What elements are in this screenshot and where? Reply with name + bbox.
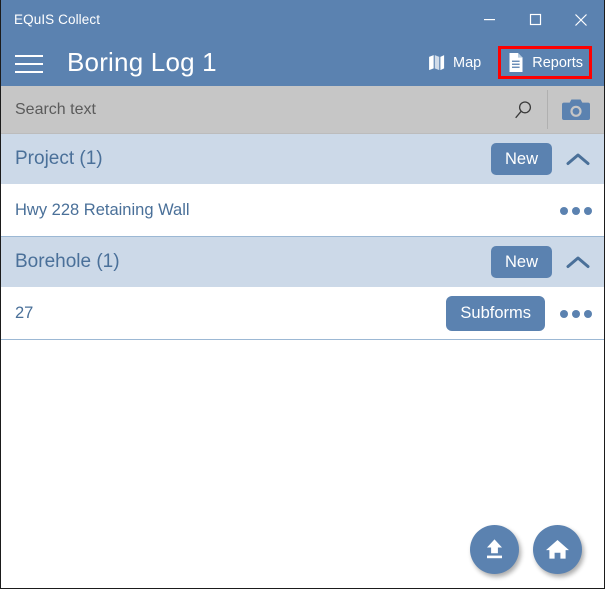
- minimize-button[interactable]: [466, 0, 512, 39]
- dot: [584, 206, 592, 215]
- search-bar: Search text: [1, 86, 604, 134]
- section-title-borehole: Borehole (1): [15, 251, 120, 272]
- dot: [584, 309, 592, 318]
- floating-action-buttons: [470, 525, 582, 574]
- section-title-project: Project (1): [15, 148, 103, 169]
- window-titlebar: EQuIS Collect: [1, 0, 604, 39]
- hamburger-line: [15, 54, 43, 57]
- new-borehole-button[interactable]: New: [490, 245, 552, 279]
- close-button[interactable]: [558, 0, 604, 39]
- section-actions-project: New: [490, 142, 604, 176]
- page-title: Boring Log 1: [67, 47, 217, 77]
- dot: [560, 206, 568, 215]
- upload-icon: [487, 539, 502, 559]
- window-controls: [466, 0, 604, 39]
- more-options-icon[interactable]: [557, 302, 595, 326]
- list-item-actions: [557, 199, 604, 223]
- minimize-icon: [483, 19, 495, 21]
- hamburger-line: [15, 70, 43, 73]
- content-area: [1, 340, 604, 588]
- magnifier-glyph: [515, 100, 532, 118]
- app-toolbar: Boring Log 1 Map Reports: [1, 39, 604, 86]
- toolbar-actions: Map Reports: [418, 46, 592, 79]
- subforms-button[interactable]: Subforms: [446, 296, 545, 331]
- list-item-label: 27: [15, 304, 34, 322]
- map-button-label: Map: [453, 54, 482, 71]
- chevron-up-icon: [566, 153, 590, 165]
- camera-button[interactable]: [548, 86, 604, 133]
- home-icon: [546, 540, 569, 559]
- dot: [560, 309, 568, 318]
- maximize-icon: [529, 13, 541, 26]
- chevron-up-icon: [566, 256, 590, 268]
- dot: [572, 206, 580, 215]
- reports-button[interactable]: Reports: [498, 46, 592, 79]
- map-button[interactable]: Map: [418, 47, 490, 78]
- dot: [572, 309, 580, 318]
- reports-button-label: Reports: [532, 54, 583, 71]
- search-icon[interactable]: [510, 99, 536, 121]
- main-content: Search text Project (1) New Hwy 228 Reta…: [1, 86, 604, 588]
- document-icon: [509, 53, 523, 72]
- hamburger-menu-icon[interactable]: [15, 48, 49, 78]
- new-project-button[interactable]: New: [490, 142, 552, 176]
- section-header-borehole[interactable]: Borehole (1) New: [1, 237, 604, 288]
- application-window: EQuIS Collect Boring Log 1 Map Reports S…: [0, 0, 605, 589]
- list-item-project[interactable]: Hwy 228 Retaining Wall: [1, 185, 604, 237]
- section-actions-borehole: New: [490, 245, 604, 279]
- hamburger-line: [15, 62, 43, 65]
- search-field-wrapper[interactable]: Search text: [1, 86, 548, 133]
- section-header-project[interactable]: Project (1) New: [1, 134, 604, 185]
- home-button[interactable]: [533, 525, 582, 574]
- maximize-button[interactable]: [512, 0, 558, 39]
- list-item-label: Hwy 228 Retaining Wall: [15, 201, 190, 219]
- list-item-borehole[interactable]: 27 Subforms: [1, 288, 604, 340]
- map-icon: [429, 55, 445, 71]
- list-item-actions: Subforms: [446, 296, 604, 331]
- search-input[interactable]: Search text: [15, 101, 510, 119]
- upload-button[interactable]: [470, 525, 519, 574]
- camera-icon: [562, 99, 590, 120]
- collapse-project-icon[interactable]: [561, 142, 595, 176]
- more-options-icon[interactable]: [557, 199, 595, 223]
- collapse-borehole-icon[interactable]: [561, 245, 595, 279]
- window-title: EQuIS Collect: [14, 12, 101, 27]
- close-icon: [575, 13, 587, 26]
